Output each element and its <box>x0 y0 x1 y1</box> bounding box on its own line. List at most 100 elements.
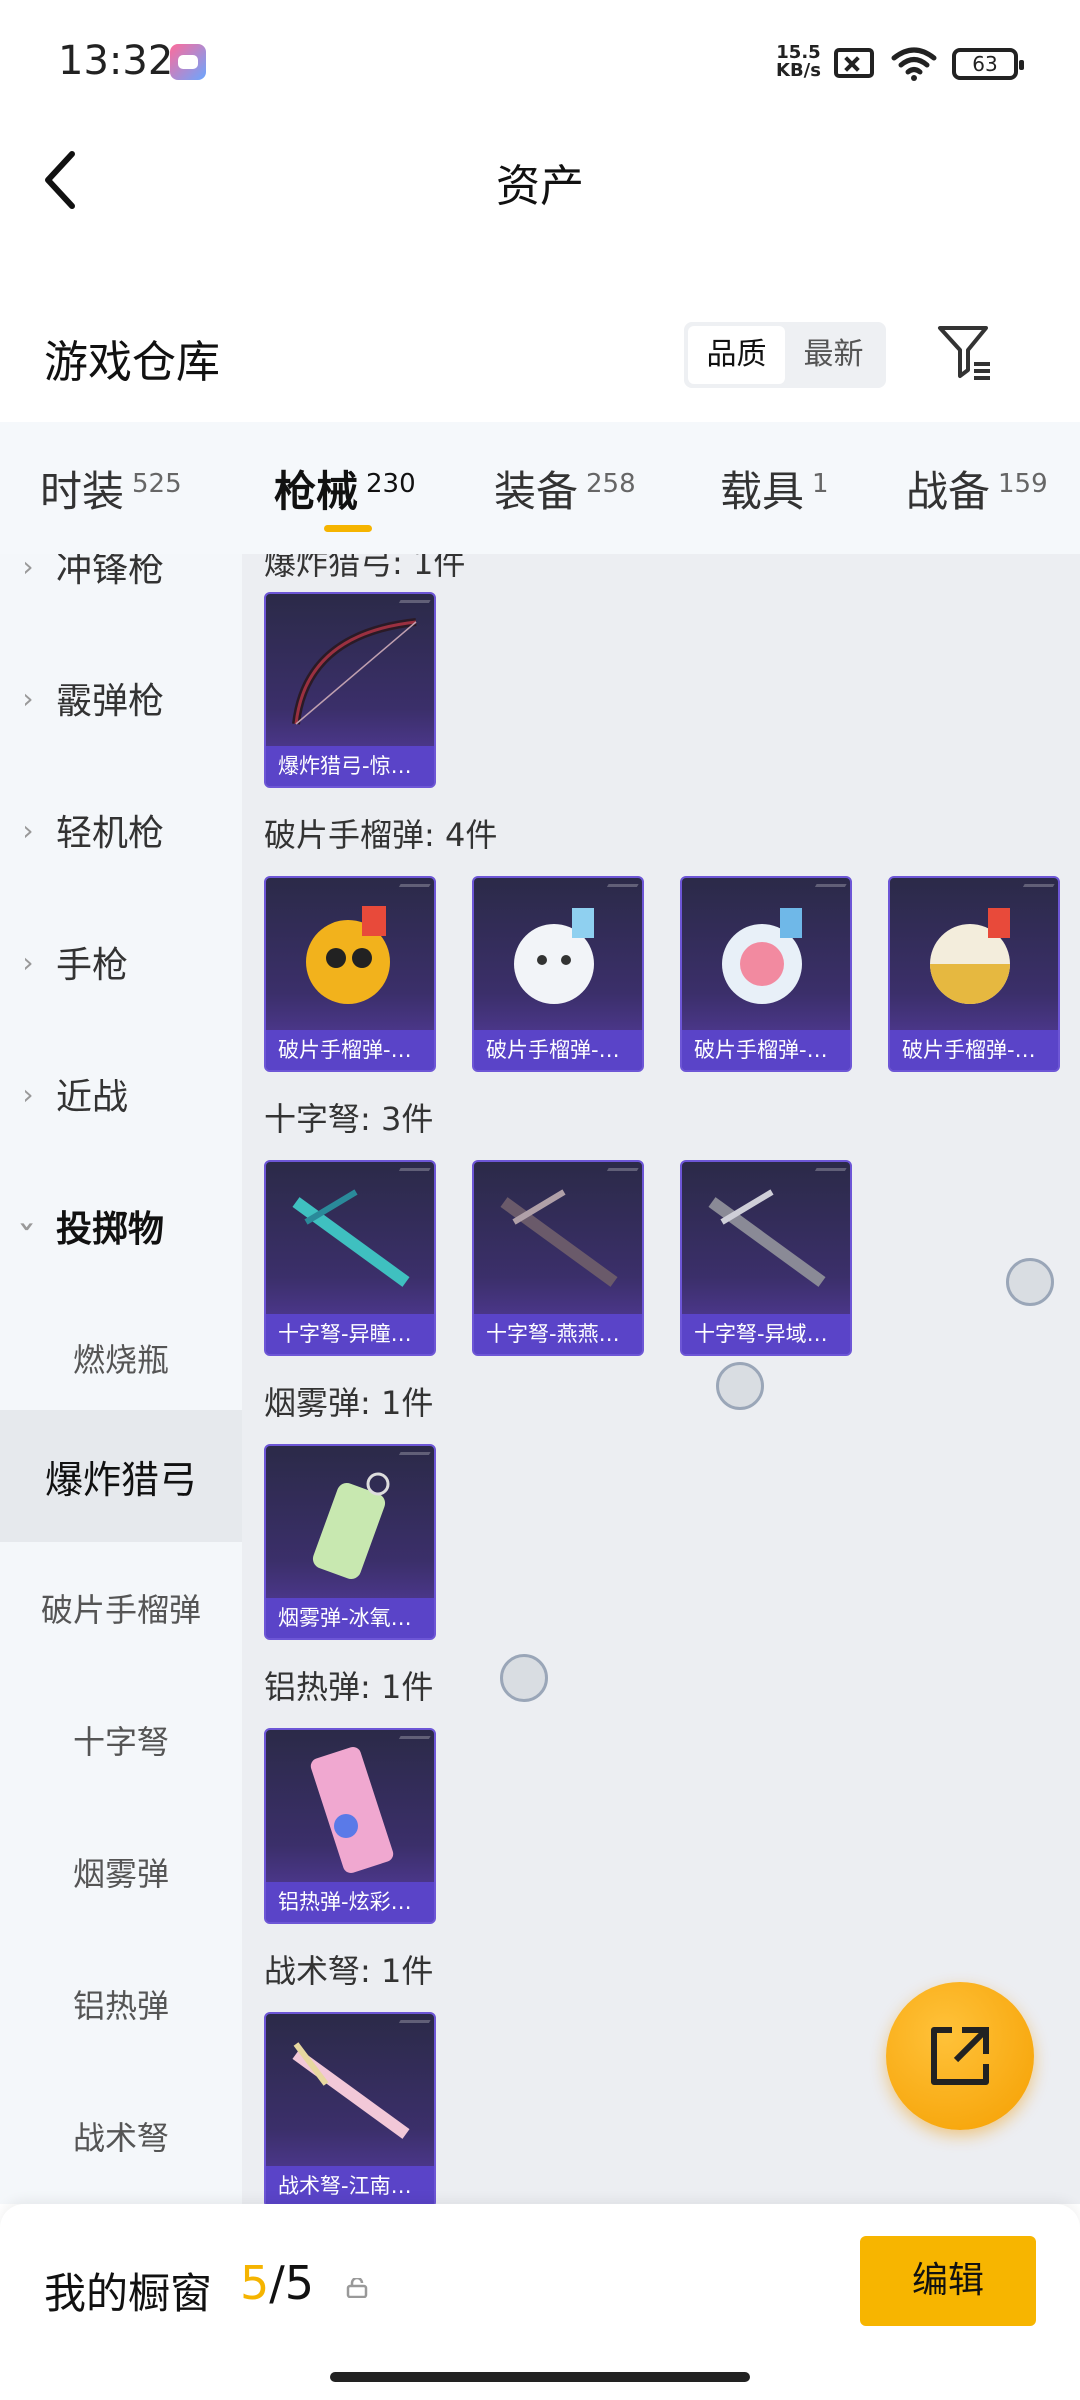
crossbow-image <box>708 1189 826 1287</box>
edit-button[interactable]: 编辑 <box>860 2236 1036 2326</box>
tab-vehicles[interactable]: 载具 1 <box>680 422 866 554</box>
sort-newest-button[interactable]: 最新 <box>785 326 882 384</box>
item-name: 破片手榴弹-… <box>890 1030 1058 1070</box>
tab-label: 时装 <box>40 466 125 516</box>
section-label-smoke-grenade: 烟雾弹: 1件 <box>264 1384 434 1422</box>
wifi-icon <box>891 47 937 81</box>
tab-count: 1 <box>812 469 829 499</box>
tab-count: 159 <box>998 469 1048 499</box>
category-tabs: 时装 525 枪械 230 装备 258 载具 1 战备 159 <box>0 422 1080 554</box>
section-label-crossbow: 十字弩: 3件 <box>264 1100 434 1138</box>
filter-icon[interactable] <box>934 320 998 384</box>
tab-count: 230 <box>366 469 416 499</box>
sidebar-item-label: 投掷物 <box>56 1209 165 1250</box>
sidebar-sub-thermite[interactable]: 铝热弹 <box>0 1938 242 2070</box>
no-sim-icon <box>834 48 874 78</box>
item-name: 十字弩-异瞳… <box>266 1314 434 1354</box>
sidebar-item-smg[interactable]: › 冲锋枪 <box>0 554 242 632</box>
chevron-right-icon: › <box>22 1077 34 1111</box>
tab-fashion[interactable]: 时装 525 <box>0 422 234 554</box>
tab-label: 装备 <box>494 466 579 516</box>
sidebar-sub-tactical-crossbow[interactable]: 战术弩 <box>0 2070 242 2202</box>
sidebar-item-throwables[interactable]: › 投掷物 <box>0 1160 242 1292</box>
item-card[interactable]: 破片手榴弹-… <box>680 876 852 1072</box>
share-button[interactable] <box>886 1982 1034 2130</box>
battery-icon: 63 <box>952 48 1024 80</box>
showcase-bar: 我的橱窗 5/5 编辑 <box>0 2204 1080 2400</box>
tab-count: 525 <box>132 469 182 499</box>
item-name: 烟雾弹-冰氧… <box>266 1598 434 1638</box>
item-card[interactable]: 破片手榴弹-… <box>472 876 644 1072</box>
showcase-separator: / <box>269 2256 285 2310</box>
grenade-image <box>514 908 594 1004</box>
sort-toggle: 品质 最新 <box>684 322 886 388</box>
home-indicator[interactable] <box>330 2372 750 2382</box>
warehouse-title: 游戏仓库 <box>44 337 220 388</box>
status-bar: 13:32 15.5 KB/s 63 <box>0 0 1080 120</box>
chevron-down-icon: › <box>11 1220 45 1232</box>
section-label-explosive-bow: 爆炸猎弓: 1件 <box>264 554 466 582</box>
chevron-right-icon: › <box>22 554 34 583</box>
item-grid: 爆炸猎弓: 1件 爆炸猎弓-惊… 破片手榴弹: 4件 破片手榴弹-… 破片手榴弹… <box>242 554 1080 2204</box>
tab-label: 战备 <box>906 466 991 516</box>
item-name: 十字弩-燕燕… <box>474 1314 642 1354</box>
item-name: 破片手榴弹-… <box>682 1030 850 1070</box>
item-card[interactable]: 爆炸猎弓-惊… <box>264 592 436 788</box>
thermite-image <box>310 1746 394 1874</box>
chevron-right-icon: › <box>22 813 34 847</box>
sidebar-sub-frag-grenade[interactable]: 破片手榴弹 <box>0 1542 242 1674</box>
grenade-image <box>930 908 1010 1004</box>
sidebar-item-label: 手枪 <box>56 945 129 986</box>
bow-image <box>292 618 417 725</box>
sidebar-item-pistol[interactable]: › 手枪 <box>0 896 242 1028</box>
item-card[interactable]: 战术弩-江南… <box>264 2012 436 2204</box>
chevron-right-icon: › <box>22 681 34 715</box>
network-speed: 15.5 KB/s <box>776 44 821 80</box>
showcase-label: 我的橱窗 <box>44 2269 213 2318</box>
item-name: 破片手榴弹-… <box>474 1030 642 1070</box>
tab-firearms[interactable]: 枪械 230 <box>234 422 454 554</box>
tab-label: 载具 <box>720 466 805 516</box>
item-card[interactable]: 十字弩-异瞳… <box>264 1160 436 1356</box>
item-name: 爆炸猎弓-惊… <box>266 746 434 786</box>
item-name: 铝热弹-炫彩… <box>266 1882 434 1922</box>
sidebar-item-shotgun[interactable]: › 霰弹枪 <box>0 632 242 764</box>
item-card[interactable]: 十字弩-异域… <box>680 1160 852 1356</box>
grenade-image <box>722 908 802 1004</box>
sidebar-item-melee[interactable]: › 近战 <box>0 1028 242 1160</box>
tab-count: 258 <box>586 469 636 499</box>
showcase-count: 5/5 <box>240 2256 314 2310</box>
touch-indicator <box>716 1362 764 1410</box>
lock-icon <box>346 2278 368 2298</box>
sidebar-sub-crossbow[interactable]: 十字弩 <box>0 1674 242 1806</box>
item-card[interactable]: 铝热弹-炫彩… <box>264 1728 436 1924</box>
status-time: 13:32 <box>58 38 174 84</box>
sort-quality-button[interactable]: 品质 <box>688 326 785 384</box>
showcase-total: 5 <box>284 2256 315 2310</box>
tab-combat-supplies[interactable]: 战备 159 <box>866 422 1080 554</box>
item-name: 十字弩-异域… <box>682 1314 850 1354</box>
item-card[interactable]: 破片手榴弹-… <box>264 876 436 1072</box>
item-name: 破片手榴弹-… <box>266 1030 434 1070</box>
tactical-crossbow-image <box>292 2042 410 2139</box>
sidebar-item-label: 近战 <box>56 1077 129 1118</box>
touch-indicator <box>1006 1258 1054 1306</box>
crossbow-image <box>500 1189 618 1287</box>
sidebar-sub-molotov[interactable]: 燃烧瓶 <box>0 1292 242 1424</box>
sidebar-item-label: 轻机枪 <box>56 813 165 854</box>
item-card[interactable]: 十字弩-燕燕… <box>472 1160 644 1356</box>
sidebar-sub-smoke-grenade[interactable]: 烟雾弹 <box>0 1806 242 1938</box>
game-app-icon <box>170 44 206 80</box>
grenade-image <box>306 906 390 1004</box>
sidebar-sub-explosive-bow[interactable]: 爆炸猎弓 <box>0 1410 242 1542</box>
touch-indicator <box>500 1654 548 1702</box>
item-card[interactable]: 烟雾弹-冰氧… <box>264 1444 436 1640</box>
network-speed-unit: KB/s <box>776 60 821 81</box>
section-label-frag-grenade: 破片手榴弹: 4件 <box>264 816 498 854</box>
tab-equipment[interactable]: 装备 258 <box>454 422 680 554</box>
section-label-tactical-crossbow: 战术弩: 1件 <box>264 1952 434 1990</box>
sidebar-item-lmg[interactable]: › 轻机枪 <box>0 764 242 896</box>
chevron-right-icon: › <box>22 945 34 979</box>
item-card[interactable]: 破片手榴弹-… <box>888 876 1060 1072</box>
page-title: 资产 <box>496 161 584 212</box>
